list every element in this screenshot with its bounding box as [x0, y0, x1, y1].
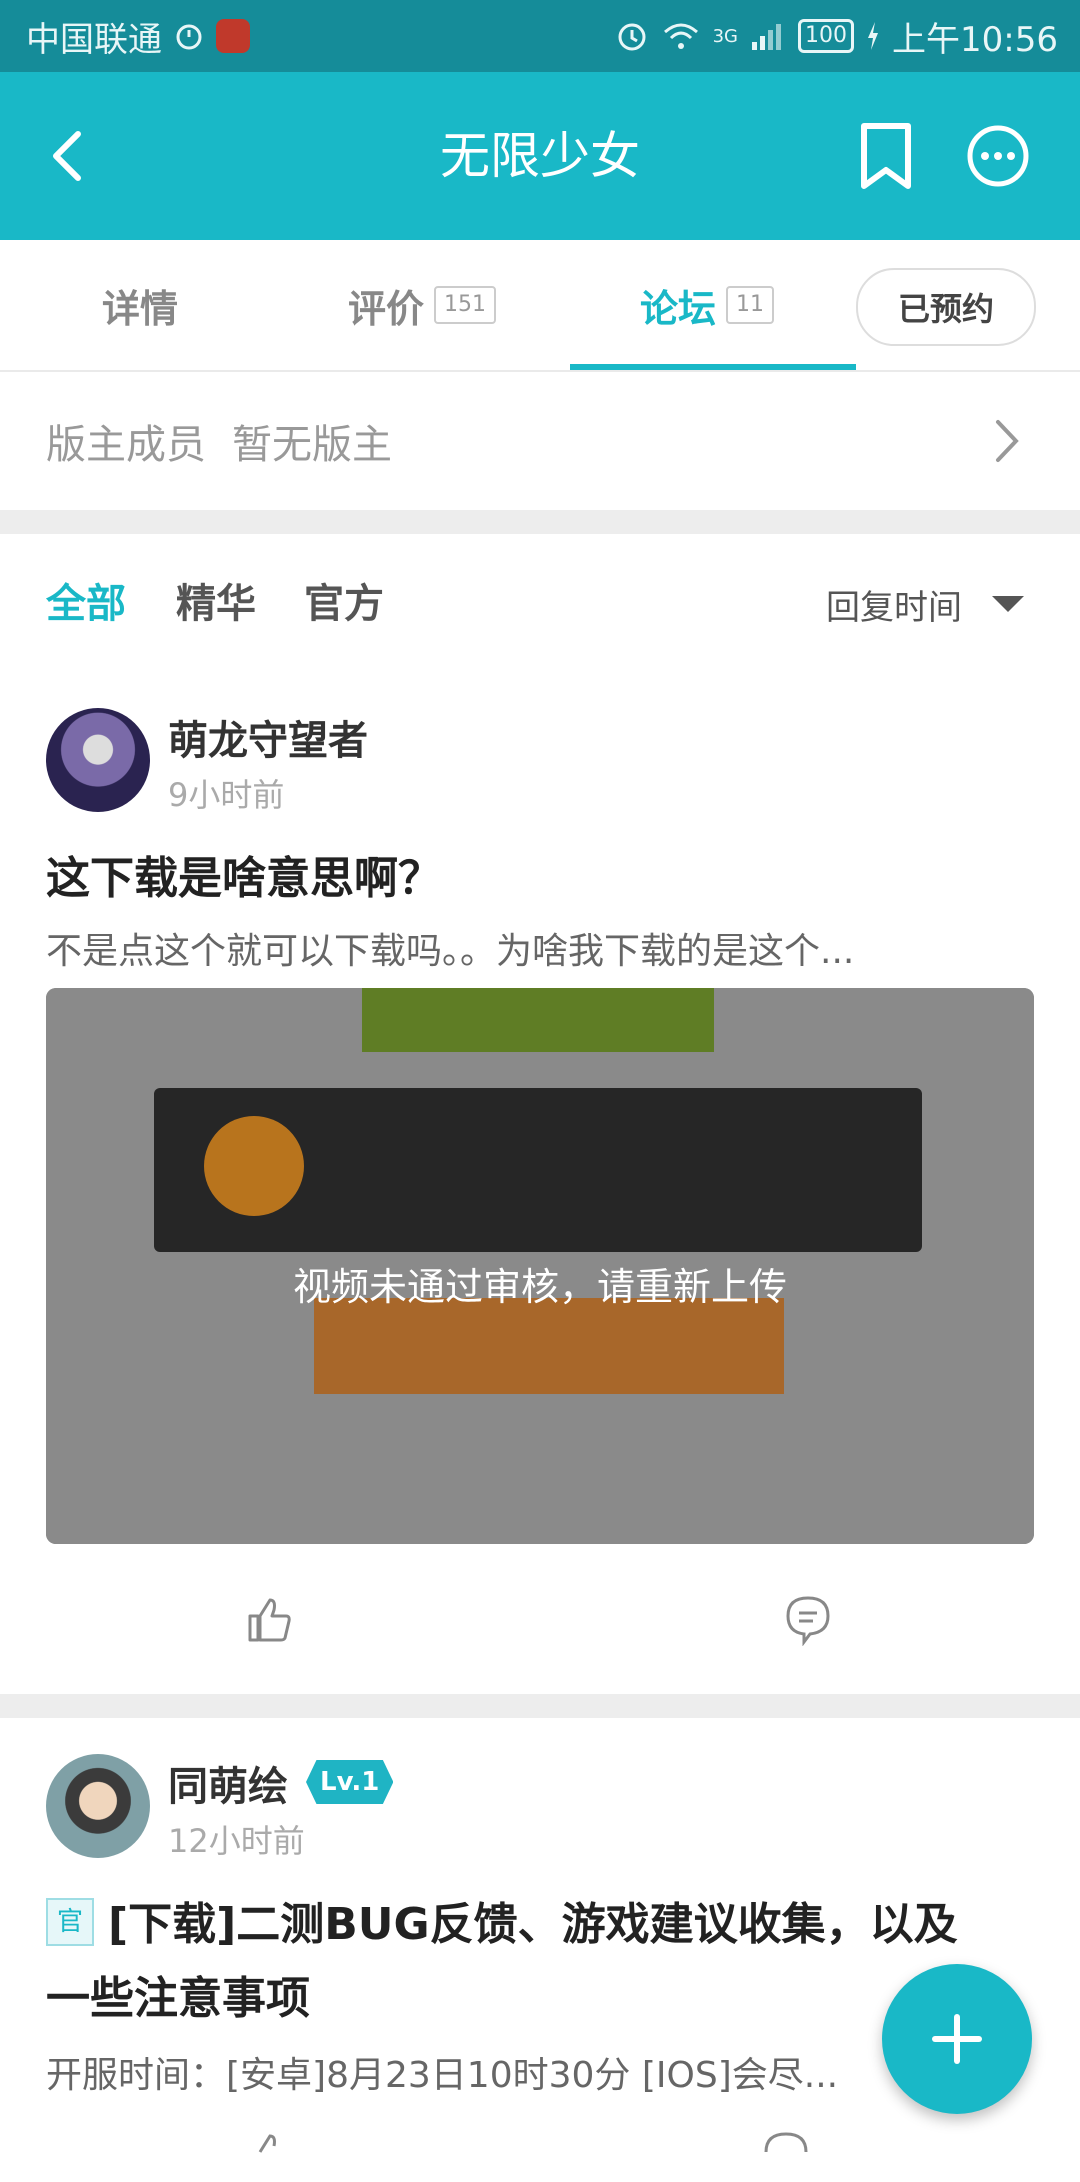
signal-icon	[750, 20, 786, 52]
more-button[interactable]	[966, 124, 1030, 188]
section-divider	[0, 1694, 1080, 1718]
thumbs-up-icon[interactable]	[244, 1594, 296, 1646]
network-type: 3G	[712, 25, 739, 47]
post-video[interactable]: 视频未通过审核，请重新上传	[46, 988, 1034, 1544]
more-icon	[967, 125, 1029, 187]
plus-icon	[932, 2014, 982, 2064]
moderator-label: 版主成员	[46, 422, 206, 468]
filter-row: 全部 精华 官方 回复时间	[0, 534, 1080, 674]
reserved-button[interactable]: 已预约	[856, 268, 1036, 346]
moderator-value: 暂无版主	[232, 422, 392, 468]
sort-dropdown[interactable]: 回复时间	[826, 534, 1024, 674]
level-badge: Lv.1	[306, 1760, 394, 1804]
alarm-icon	[615, 19, 649, 53]
carrier-label: 中国联通	[26, 19, 162, 60]
comment-icon[interactable]	[760, 2130, 812, 2182]
author-name[interactable]: 萌龙守望者	[168, 708, 368, 766]
huawei-app-icon	[216, 19, 250, 53]
video-review-notice: 视频未通过审核，请重新上传	[292, 1265, 787, 1309]
tab-label: 评价	[348, 286, 425, 331]
avatar[interactable]	[46, 708, 150, 812]
active-tab-indicator	[570, 364, 856, 370]
status-bar: 中国联通 3G 100 上午10:56	[0, 0, 1080, 72]
tab-reviews[interactable]: 评价 151	[348, 240, 497, 370]
bookmark-icon	[861, 123, 911, 189]
bookmark-button[interactable]	[856, 122, 916, 192]
new-post-fab[interactable]	[882, 1964, 1032, 2114]
caret-down-icon	[992, 596, 1024, 612]
moderator-row[interactable]: 版主成员 暂无版主	[0, 372, 1080, 510]
comment-icon[interactable]	[782, 1594, 834, 1646]
post-title[interactable]: [下载]二测BUG反馈、游戏建议收集，以及	[108, 1888, 958, 1952]
filter-official[interactable]: 官方	[304, 534, 384, 674]
post-time: 9小时前	[168, 776, 285, 814]
thumbs-up-icon[interactable]	[244, 2130, 296, 2182]
post-time: 12小时前	[168, 1822, 305, 1860]
wifi-icon	[661, 20, 701, 52]
charging-icon	[866, 22, 880, 50]
filter-featured[interactable]: 精华	[176, 534, 256, 674]
post-excerpt: 不是点这个就可以下载吗。。为啥我下载的是这个...	[46, 931, 855, 972]
section-divider	[0, 510, 1080, 534]
clock: 上午10:56	[892, 19, 1058, 60]
filter-all[interactable]: 全部	[46, 534, 126, 674]
author-name[interactable]: 同萌绘	[168, 1754, 288, 1812]
post-title[interactable]: 这下载是啥意思啊？	[46, 842, 442, 906]
post-excerpt: 开服时间：[安卓]8月23日10时30分 [IOS]会尽...	[46, 2055, 839, 2096]
avatar[interactable]	[46, 1754, 150, 1858]
tab-count: 151	[434, 286, 497, 324]
tab-label: 详情	[102, 286, 179, 331]
app-header: 无限少女	[0, 72, 1080, 240]
page-title: 无限少女	[440, 127, 640, 185]
tab-bar: 详情 评价 151 论坛 11 已预约	[0, 240, 1080, 372]
official-tag: 官	[46, 1898, 94, 1946]
battery-indicator: 100	[798, 19, 855, 53]
sort-label: 回复时间	[826, 587, 962, 628]
tab-label: 论坛	[640, 286, 717, 331]
tab-forum[interactable]: 论坛 11	[640, 240, 775, 370]
chevron-right-icon	[996, 420, 1019, 462]
post-title-continued[interactable]: 一些注意事项	[46, 1962, 310, 2026]
timer-icon	[174, 21, 204, 51]
tab-details[interactable]: 详情	[102, 240, 178, 370]
tab-count: 11	[726, 286, 775, 324]
